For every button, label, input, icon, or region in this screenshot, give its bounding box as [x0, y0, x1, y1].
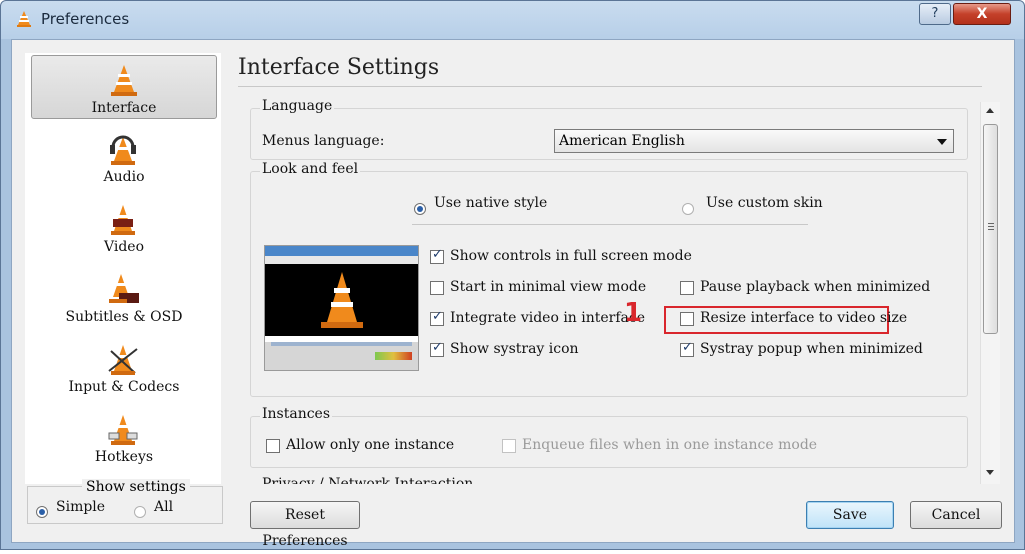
sidebar-item-label: Subtitles & OSD — [65, 309, 183, 325]
sidebar-item-video[interactable]: Video — [31, 195, 217, 259]
reset-preferences-button[interactable]: Reset Preferences — [250, 501, 360, 549]
show-settings-group: Show settings Simple All — [27, 479, 223, 524]
custom-skin-radio[interactable] — [682, 198, 694, 217]
only-one-instance-label[interactable]: Allow only one instance — [286, 437, 454, 453]
show-controls-fullscreen-label[interactable]: Show controls in full screen mode — [450, 248, 692, 264]
radio-icon — [134, 505, 146, 518]
native-style-label[interactable]: Use native style — [434, 195, 547, 211]
radio-icon — [682, 202, 694, 215]
pause-minimized-checkbox[interactable] — [680, 281, 694, 295]
vlc-cone-icon — [111, 65, 137, 96]
sidebar-item-subtitles-osd[interactable]: Subtitles & OSD — [31, 265, 217, 329]
scroll-down-icon[interactable] — [986, 470, 994, 475]
video-cone-icon — [111, 205, 135, 235]
systray-popup-checkbox[interactable] — [680, 340, 694, 357]
window-title: Preferences — [41, 10, 130, 28]
all-radio-label[interactable]: All — [154, 499, 173, 515]
integrate-video-checkbox[interactable] — [430, 309, 444, 326]
sidebar-item-input-codecs[interactable]: Input & Codecs — [31, 335, 217, 399]
enqueue-files-label[interactable]: Enqueue files when in one instance mode — [522, 437, 817, 453]
chevron-down-icon — [937, 139, 947, 145]
preview-titlebar — [265, 246, 418, 256]
preview-menubar — [265, 256, 418, 264]
style-divider — [412, 224, 808, 225]
radio-icon — [36, 505, 48, 518]
simple-radio-label[interactable]: Simple — [56, 499, 105, 515]
privacy-group-title: Privacy / Network Interaction — [260, 476, 476, 484]
minimal-view-checkbox[interactable] — [430, 281, 444, 295]
category-sidebar: Interface Audio Video Subtitles & OSD In… — [25, 53, 221, 484]
sidebar-item-interface[interactable]: Interface — [31, 55, 217, 119]
menus-language-label: Menus language: — [262, 133, 385, 149]
systray-popup-label[interactable]: Systray popup when minimized — [700, 341, 923, 357]
look-and-feel-group-title: Look and feel — [260, 161, 361, 177]
title-divider — [238, 86, 982, 87]
language-group-title: Language — [260, 98, 335, 114]
cancel-button[interactable]: Cancel — [910, 501, 1002, 529]
systray-icon-checkbox[interactable] — [430, 340, 444, 357]
radio-icon — [414, 202, 426, 215]
save-button[interactable]: Save — [806, 501, 894, 529]
minimal-view-label[interactable]: Start in minimal view mode — [450, 279, 646, 295]
show-controls-fullscreen-checkbox[interactable] — [430, 247, 444, 264]
close-button[interactable]: X — [953, 3, 1011, 25]
sidebar-item-label: Interface — [91, 100, 157, 116]
scroll-thumb[interactable] — [983, 124, 998, 334]
sidebar-item-hotkeys[interactable]: Hotkeys — [31, 405, 217, 469]
preview-seekbar — [271, 342, 412, 346]
input-cone-icon — [108, 345, 138, 375]
pause-minimized-label[interactable]: Pause playback when minimized — [700, 279, 930, 295]
sidebar-item-label: Hotkeys — [94, 449, 154, 465]
native-style-radio[interactable] — [414, 198, 426, 217]
help-button[interactable]: ? — [919, 3, 951, 25]
custom-skin-label[interactable]: Use custom skin — [706, 195, 823, 211]
next-group-clip: Privacy / Network Interaction — [250, 476, 968, 484]
vlc-cone-icon — [17, 11, 31, 27]
subtitles-cone-icon — [109, 274, 139, 303]
preview-volume — [375, 352, 412, 360]
annotation-marker: 1 — [624, 298, 643, 328]
only-one-instance-checkbox[interactable] — [266, 439, 280, 453]
interface-preview-image — [264, 245, 419, 371]
sidebar-item-label: Audio — [103, 169, 145, 185]
menus-language-value: American English — [559, 133, 685, 149]
simple-radio[interactable] — [36, 501, 48, 520]
hotkeys-cone-icon — [108, 415, 138, 445]
settings-scrollbar[interactable] — [980, 102, 1000, 484]
preview-video-area — [265, 264, 418, 336]
sidebar-item-label: Video — [103, 239, 145, 255]
systray-icon-label[interactable]: Show systray icon — [450, 341, 579, 357]
scroll-up-icon[interactable] — [986, 108, 994, 113]
dialog-body: Interface Audio Video Subtitles & OSD In… — [11, 39, 1015, 549]
show-settings-legend: Show settings — [82, 479, 190, 495]
integrate-video-label[interactable]: Integrate video in interface — [450, 310, 645, 326]
page-title: Interface Settings — [238, 55, 440, 80]
resize-interface-label[interactable]: Resize interface to video size — [700, 310, 907, 326]
preferences-window: Preferences ? X Interface Audio Video Su… — [0, 0, 1025, 550]
preview-controls — [265, 342, 418, 370]
headphones-cone-icon — [110, 135, 136, 165]
instances-group-title: Instances — [260, 406, 333, 422]
menus-language-select[interactable]: American English — [554, 129, 954, 153]
enqueue-files-checkbox[interactable] — [502, 439, 516, 453]
sidebar-item-audio[interactable]: Audio — [31, 125, 217, 189]
sidebar-item-label: Input & Codecs — [68, 379, 180, 395]
vlc-cone-icon — [321, 272, 363, 328]
all-radio[interactable] — [134, 501, 146, 520]
title-bar[interactable]: Preferences ? X — [1, 1, 1024, 39]
grip-icon — [988, 223, 994, 224]
resize-interface-checkbox[interactable] — [680, 312, 694, 326]
